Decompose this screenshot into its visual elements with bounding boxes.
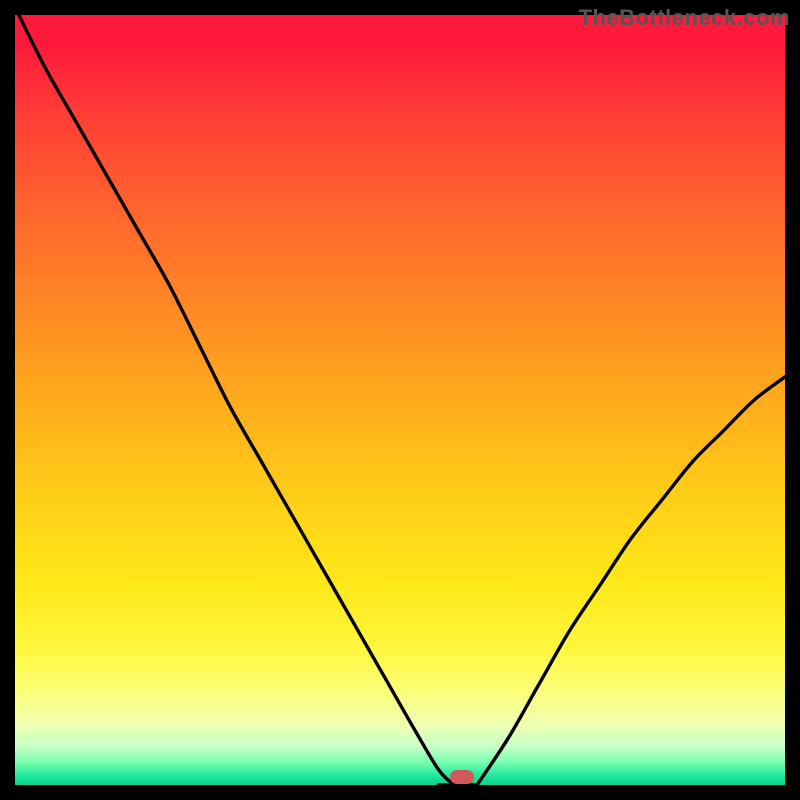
curve-right-branch — [477, 377, 785, 785]
watermark-text: TheBottleneck.com — [579, 5, 790, 31]
curve-left-branch — [19, 15, 454, 785]
chart-stage: TheBottleneck.com — [0, 0, 800, 800]
curve-svg — [15, 15, 785, 785]
plot-area — [15, 15, 785, 785]
bottleneck-marker — [450, 770, 474, 784]
